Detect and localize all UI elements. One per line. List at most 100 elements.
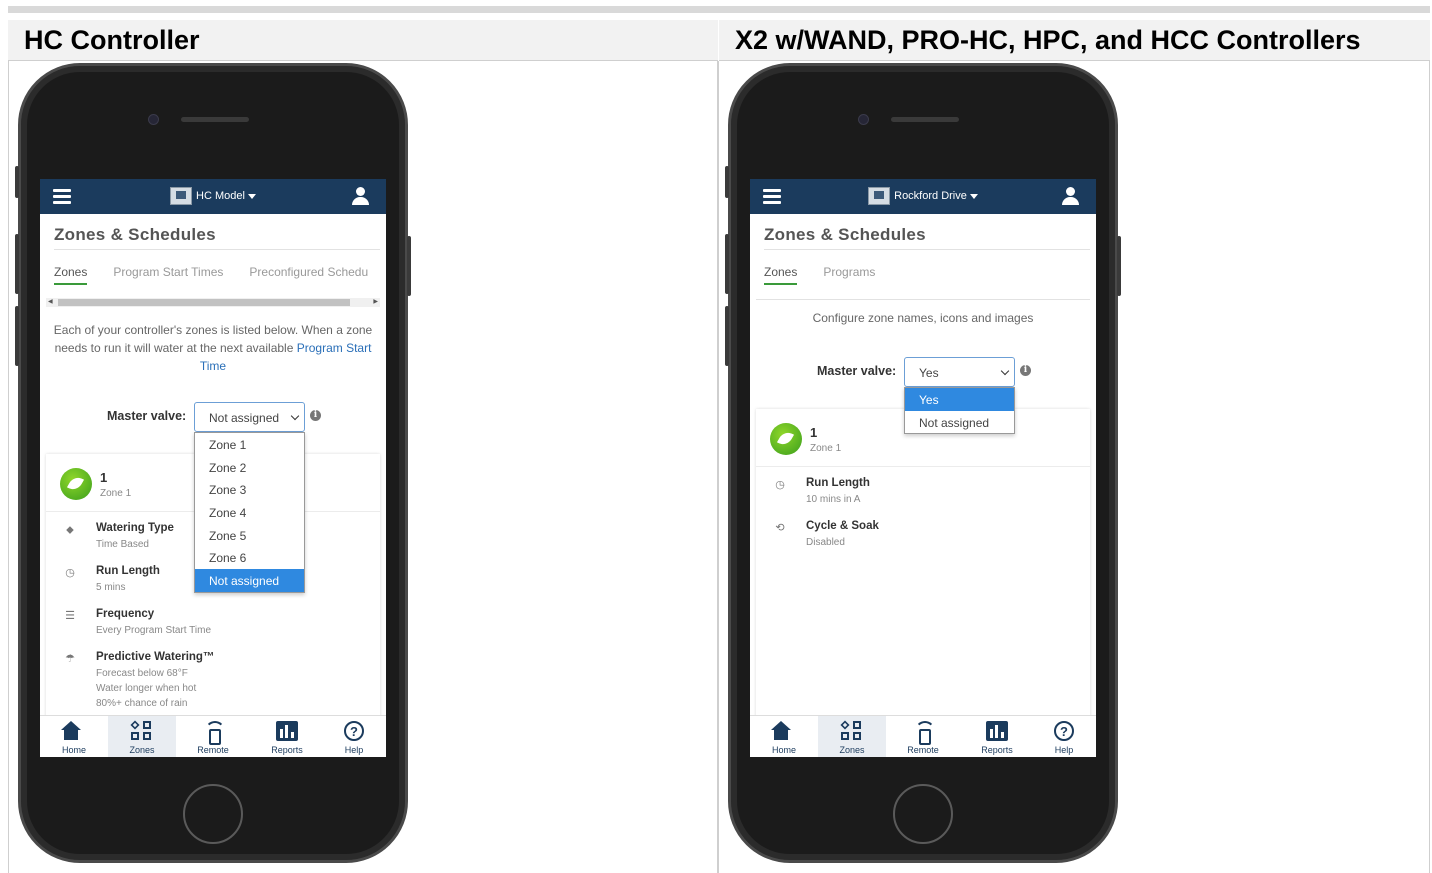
scroll-right-arrow-icon[interactable]: ▶ <box>373 298 378 307</box>
zone-card[interactable]: 1 Zone 1 ◷ Run Length 10 mins in A ⟲ Cyc… <box>756 409 1090 757</box>
detail-value: 10 mins in A <box>806 494 861 505</box>
controller-device-icon <box>868 187 891 205</box>
tabbar-label: Reports <box>271 745 303 755</box>
tab-programs[interactable]: Programs <box>823 265 875 283</box>
detail-title: Predictive Watering™ <box>96 651 215 663</box>
detail-title: Watering Type <box>96 522 174 534</box>
home-button[interactable] <box>183 784 243 844</box>
leaf-icon <box>60 468 92 500</box>
tab-program-start-times[interactable]: Program Start Times <box>113 265 223 283</box>
umbrella-icon: ☂ <box>65 653 75 665</box>
detail-value: Every Program Start Time <box>96 625 212 636</box>
zones-info-text: Configure zone names, icons and images <box>812 311 1034 325</box>
power-button <box>407 236 411 296</box>
dropdown-option-zone-3[interactable]: Zone 3 <box>195 478 304 501</box>
tabbar-label: Reports <box>981 745 1013 755</box>
zones-grid-icon <box>840 720 863 741</box>
tabbar-zones[interactable]: Zones <box>108 716 176 757</box>
detail-title: Run Length <box>96 565 160 577</box>
master-valve-select[interactable]: Not assigned <box>194 402 305 432</box>
mute-switch <box>15 166 19 198</box>
master-valve-select[interactable]: Yes <box>904 357 1015 387</box>
master-valve-row: Master valve: Not assigned i <box>40 402 386 432</box>
tabbar-label: Remote <box>197 745 229 755</box>
title-divider <box>54 249 380 250</box>
zone-number: 1 <box>810 425 818 440</box>
app-header-bar: HC Model <box>40 179 386 214</box>
detail-title: Run Length <box>806 477 870 489</box>
dropdown-option-zone-6[interactable]: Zone 6 <box>195 546 304 569</box>
info-icon[interactable]: i <box>1020 365 1031 376</box>
detail-line: 80%+ chance of rain <box>96 698 188 709</box>
detail-value: Time Based <box>96 539 149 550</box>
controller-selector[interactable]: HC Model <box>40 187 386 205</box>
power-button <box>1117 236 1121 296</box>
detail-value: 5 mins <box>96 582 126 593</box>
controller-name: Rockford Drive <box>894 189 967 202</box>
home-icon <box>61 721 87 741</box>
section-tabs: Zones Programs <box>764 265 901 285</box>
tabbar-help[interactable]: ? Help <box>320 716 386 757</box>
tabbar-reports[interactable]: Reports <box>963 716 1031 757</box>
tabbar-reports[interactable]: Reports <box>253 716 321 757</box>
front-camera <box>858 114 869 125</box>
tabs-horizontal-scrollbar[interactable]: ◀ ▶ <box>46 298 380 307</box>
master-valve-value: Yes <box>919 366 939 380</box>
controller-selector[interactable]: Rockford Drive <box>750 187 1096 205</box>
dropdown-option-yes[interactable]: Yes <box>905 388 1014 411</box>
tabbar-zones[interactable]: Zones <box>818 716 886 757</box>
home-button[interactable] <box>893 784 953 844</box>
zones-grid-icon <box>130 720 153 741</box>
tabbar-home[interactable]: Home <box>40 716 108 757</box>
dropdown-option-not-assigned[interactable]: Not assigned <box>195 569 304 592</box>
left-phone-frame: HC Model Zones & Schedules Zones Program … <box>15 63 411 863</box>
tabbar-label: Home <box>61 745 86 755</box>
chevron-down-icon <box>1000 366 1010 376</box>
help-icon: ? <box>344 721 364 741</box>
dropdown-option-not-assigned[interactable]: Not assigned <box>905 411 1014 434</box>
dropdown-option-zone-2[interactable]: Zone 2 <box>195 456 304 479</box>
dropdown-option-zone-1[interactable]: Zone 1 <box>195 433 304 456</box>
remote-icon <box>912 721 935 745</box>
dropdown-option-zone-4[interactable]: Zone 4 <box>195 501 304 524</box>
scrollbar-thumb[interactable] <box>58 299 350 306</box>
master-valve-row: Master valve: Yes i <box>750 357 1096 387</box>
dropdown-option-zone-5[interactable]: Zone 5 <box>195 524 304 547</box>
tabbar-home[interactable]: Home <box>750 716 818 757</box>
detail-line: Water longer when hot <box>96 683 197 694</box>
bottom-tab-bar: Home Zones Remote Reports ? Help <box>750 715 1096 757</box>
remote-icon <box>202 721 225 745</box>
right-phone-frame: Rockford Drive Zones & Schedules Zones Pr… <box>725 63 1121 863</box>
bottom-tab-bar: Home Zones Remote Reports ? Help <box>40 715 386 757</box>
tab-zones[interactable]: Zones <box>764 265 798 285</box>
x2-controllers-heading: X2 w/WAND, PRO-HC, HPC, and HCC Controll… <box>719 20 1430 61</box>
clock-icon: ◷ <box>65 567 75 579</box>
volume-up-button <box>15 234 19 294</box>
reports-chart-icon <box>986 721 1008 741</box>
tab-preconfigured-schedules[interactable]: Preconfigured Schedu <box>249 265 368 283</box>
scroll-left-arrow-icon[interactable]: ◀ <box>48 298 53 307</box>
user-wrench-icon[interactable] <box>352 187 372 207</box>
mute-switch <box>725 166 729 198</box>
tabbar-label: Help <box>344 745 364 755</box>
section-tabs: Zones Program Start Times Preconfigured Sc… <box>54 265 386 285</box>
tag-icon: ⬥ <box>66 524 74 536</box>
reports-chart-icon <box>276 721 298 741</box>
info-icon[interactable]: i <box>310 410 321 421</box>
list-icon: ☰ <box>65 610 75 622</box>
tabbar-remote[interactable]: Remote <box>179 716 247 757</box>
tabbar-help[interactable]: ? Help <box>1030 716 1096 757</box>
volume-down-button <box>15 306 19 366</box>
detail-lines: Forecast below 68°F Water longer when ho… <box>96 666 196 711</box>
detail-value: Disabled <box>806 537 845 548</box>
hc-controller-heading: HC Controller <box>8 20 718 61</box>
master-valve-dropdown: Yes Not assigned <box>904 387 1015 435</box>
right-app-screen: Rockford Drive Zones & Schedules Zones Pr… <box>750 179 1096 757</box>
detail-line: Forecast below 68°F <box>96 668 188 679</box>
tab-zones[interactable]: Zones <box>54 265 88 285</box>
clock-icon: ◷ <box>775 479 785 491</box>
tabbar-remote[interactable]: Remote <box>889 716 957 757</box>
controller-device-icon <box>170 187 193 205</box>
detail-title: Frequency <box>96 608 155 620</box>
user-wrench-icon[interactable] <box>1062 187 1082 207</box>
